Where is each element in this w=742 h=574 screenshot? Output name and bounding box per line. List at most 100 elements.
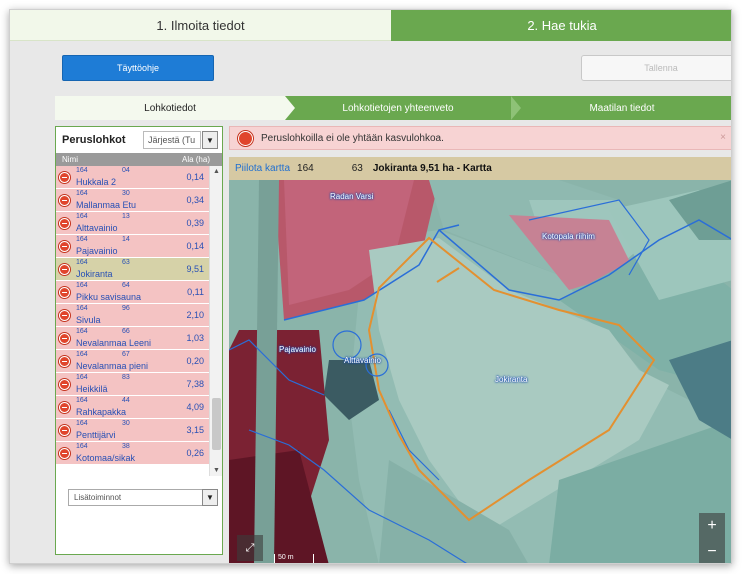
parcel-name[interactable]: Pajavainio: [76, 246, 118, 256]
map-label-pajavainio: Pajavainio: [279, 345, 316, 354]
parcel-area: 3,15: [186, 425, 204, 435]
list-item[interactable]: 164 04 Hukkala 2 0,14: [56, 166, 210, 189]
parcel-code-2: 14: [122, 236, 130, 243]
tab-lohkotiedot[interactable]: Lohkotiedot: [55, 96, 285, 120]
map-label-alttavainio: Alttavainio: [344, 356, 381, 365]
parcel-name[interactable]: Nevalanmaa Leeni: [76, 338, 151, 348]
parcel-name[interactable]: Hukkala 2: [76, 177, 116, 187]
parcel-area: 0,34: [186, 195, 204, 205]
stop-icon: [59, 425, 70, 436]
list-item[interactable]: 164 63 Jokiranta 9,51: [56, 258, 210, 281]
chevron-down-icon[interactable]: ▼: [202, 131, 218, 149]
map-code-2: 63: [351, 163, 363, 174]
tab-arrow: [285, 96, 295, 120]
parcel-name[interactable]: Penttijärvi: [76, 430, 116, 440]
list-item[interactable]: 164 66 Nevalanmaa Leeni 1,03: [56, 327, 210, 350]
parcel-code-1: 164: [76, 374, 88, 381]
parcel-name[interactable]: Nevalanmaa pieni: [76, 361, 148, 371]
parcel-code-2: 63: [122, 259, 130, 266]
parcel-area: 4,09: [186, 402, 204, 412]
panel-title: Peruslohkot: [62, 134, 126, 146]
list-item[interactable]: 164 64 Pikku savisauna 0,11: [56, 281, 210, 304]
step-1-tab[interactable]: 1. Ilmoita tiedot: [10, 10, 391, 41]
alert-text: Peruslohkoilla ei ole yhtään kasvulohkoa…: [261, 132, 444, 144]
parcel-name[interactable]: Mallanmaa Etu: [76, 200, 136, 210]
stop-icon: [59, 310, 70, 321]
parcel-area: 0,26: [186, 448, 204, 458]
list-item[interactable]: 164 96 Sivula 2,10: [56, 304, 210, 327]
parcel-area: 0,11: [187, 287, 204, 297]
peruslohkot-panel: Peruslohkot Järjestä (Tu ▼ Nimi Ala (ha)…: [55, 126, 223, 555]
list-item[interactable]: 164 44 Rahkapakka 4,09: [56, 396, 210, 419]
column-name[interactable]: Nimi: [62, 155, 78, 164]
list-item[interactable]: 164 30 Penttijärvi 3,15: [56, 419, 210, 442]
stop-icon: [59, 195, 70, 206]
close-icon[interactable]: ×: [720, 132, 726, 143]
step-2-tab[interactable]: 2. Hae tukia: [391, 10, 731, 41]
save-button[interactable]: Tallenna: [581, 55, 731, 81]
app-window: 1. Ilmoita tiedot 2. Hae tukia Täyttöohj…: [9, 9, 732, 564]
stop-icon: [59, 356, 70, 367]
zoom-in-button[interactable]: +: [699, 513, 725, 539]
parcel-code-1: 164: [76, 397, 88, 404]
hide-map-link[interactable]: Piilota kartta: [235, 163, 290, 174]
map-label-radan-varsi: Radan Varsi: [330, 192, 374, 201]
parcel-name[interactable]: Kotomaa/sikak: [76, 453, 135, 463]
stop-icon: [59, 287, 70, 298]
scroll-up-icon[interactable]: ▲: [213, 168, 220, 175]
expand-icon[interactable]: ⤢: [237, 535, 263, 561]
list-item[interactable]: 164 14 Pajavainio 0,14: [56, 235, 210, 258]
zoom-out-button[interactable]: −: [699, 539, 725, 563]
aerial-image: [229, 180, 731, 563]
parcel-code-1: 164: [76, 190, 88, 197]
help-button[interactable]: Täyttöohje: [62, 55, 214, 81]
sort-select[interactable]: Järjestä (Tu ▼: [143, 131, 218, 149]
parcel-name[interactable]: Pikku savisauna: [76, 292, 141, 302]
scroll-thumb[interactable]: [212, 398, 221, 450]
scale-bar: 50 m: [274, 554, 314, 563]
panel-header: Peruslohkot Järjestä (Tu ▼: [56, 127, 222, 153]
parcel-code-2: 13: [122, 213, 130, 220]
parcel-code-2: 83: [122, 374, 130, 381]
parcel-code-1: 164: [76, 259, 88, 266]
list-item[interactable]: 164 67 Nevalanmaa pieni 0,20: [56, 350, 210, 373]
map-view[interactable]: Radan Varsi Kotopala riihim Pajavainio A…: [229, 180, 731, 563]
list-item[interactable]: 164 38 Kotomaa/sikak 0,26: [56, 442, 210, 465]
parcel-code-1: 164: [76, 213, 88, 220]
step-bar: 1. Ilmoita tiedot 2. Hae tukia: [10, 10, 731, 41]
map-title: Jokiranta 9,51 ha - Kartta: [372, 163, 492, 174]
stop-icon: [59, 264, 70, 275]
tab-lohkotietojen-yhteenveto[interactable]: Lohkotietojen yhteenveto: [285, 96, 511, 120]
stop-icon: [238, 130, 253, 146]
map-label-kotopalo: Kotopala riihim: [542, 232, 595, 241]
sort-value[interactable]: Järjestä (Tu: [143, 131, 201, 149]
parcel-name[interactable]: Rahkapakka: [76, 407, 126, 417]
parcel-name[interactable]: Sivula: [76, 315, 101, 325]
stop-icon: [59, 218, 70, 229]
parcel-code-1: 164: [76, 351, 88, 358]
chevron-down-icon[interactable]: ▼: [202, 489, 218, 506]
scroll-down-icon[interactable]: ▼: [213, 467, 220, 474]
stop-icon: [59, 241, 70, 252]
parcel-name[interactable]: Heikkilä: [76, 384, 108, 394]
parcel-name[interactable]: Alttavainio: [76, 223, 118, 233]
sub-tabs: Lohkotiedot Lohkotietojen yhteenveto Maa…: [55, 96, 731, 120]
parcel-code-1: 164: [76, 328, 88, 335]
actions-value: Lisätoiminnot: [74, 493, 122, 502]
parcel-area: 7,38: [186, 379, 204, 389]
list-scrollbar[interactable]: ▲ ▼: [209, 166, 222, 476]
actions-select[interactable]: Lisätoiminnot ▼: [68, 489, 218, 506]
map-header: Piilota kartta 164 63 Jokiranta 9,51 ha …: [229, 157, 731, 180]
list-item[interactable]: 164 83 Heikkilä 7,38: [56, 373, 210, 396]
parcel-name[interactable]: Jokiranta: [76, 269, 113, 279]
parcel-area: 0,14: [186, 241, 204, 251]
parcel-code-2: 04: [122, 167, 130, 174]
parcel-code-2: 66: [122, 328, 130, 335]
parcel-code-1: 164: [76, 282, 88, 289]
list-item[interactable]: 164 30 Mallanmaa Etu 0,34: [56, 189, 210, 212]
column-area[interactable]: Ala (ha): [182, 155, 210, 164]
stop-icon: [59, 402, 70, 413]
parcel-code-1: 164: [76, 167, 88, 174]
tab-maatilan-tiedot[interactable]: Maatilan tiedot: [511, 96, 731, 120]
list-item[interactable]: 164 13 Alttavainio 0,39: [56, 212, 210, 235]
